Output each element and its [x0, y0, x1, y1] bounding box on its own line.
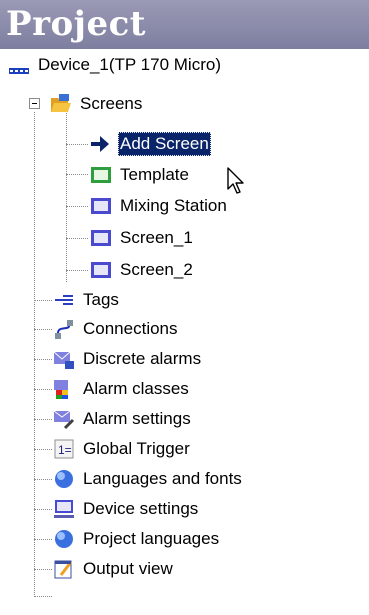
tree-item-label: Add Screen — [118, 132, 211, 156]
alarm-settings-icon — [53, 408, 75, 430]
template-screen-icon — [90, 164, 112, 186]
tree-line — [34, 449, 52, 450]
tree-line — [66, 206, 88, 207]
tree-item-label: Project languages — [83, 529, 220, 548]
tree-line — [34, 569, 52, 570]
tree-item-label: Screens — [80, 94, 143, 113]
tree-item-connections[interactable]: Connections — [53, 315, 180, 343]
alarm-classes-icon — [53, 378, 75, 400]
tree-line — [34, 359, 52, 360]
tree-line — [66, 238, 88, 239]
tree-item-label: Global Trigger — [83, 439, 190, 458]
tree-item-label: Alarm classes — [83, 379, 189, 398]
tree-line — [66, 109, 67, 282]
monitor-icon — [53, 498, 75, 520]
device-icon — [8, 54, 30, 76]
globe-icon — [53, 468, 75, 490]
tree-item-label: Discrete alarms — [83, 349, 202, 368]
tree-item-tags[interactable]: Tags — [53, 286, 121, 314]
tree-item-add-screen[interactable]: Add Screen — [90, 130, 211, 158]
tree-item-global-trigger[interactable]: 1= Global Trigger — [53, 435, 192, 463]
tree-line — [34, 389, 52, 390]
screen-icon — [90, 259, 112, 281]
project-title: Project — [6, 4, 146, 44]
tree-item-device[interactable]: Device_1(TP 170 Micro) — [8, 51, 223, 79]
tree-item-screens[interactable]: Screens — [50, 90, 144, 118]
tree-item-screen-2[interactable]: Screen_2 — [90, 256, 195, 284]
tree-item-mixing-station[interactable]: Mixing Station — [90, 192, 229, 220]
tree-item-label: Mixing Station — [120, 196, 227, 215]
svg-text:1=: 1= — [58, 443, 72, 457]
tree-item-alarm-settings[interactable]: Alarm settings — [53, 405, 193, 433]
collapse-toggle[interactable] — [29, 98, 40, 109]
tree-item-label: Languages and fonts — [83, 469, 242, 488]
tree-item-label: Alarm settings — [83, 409, 191, 428]
tree-item-languages-fonts[interactable]: Languages and fonts — [53, 465, 244, 493]
tree-line — [34, 112, 35, 595]
globe-icon — [53, 528, 75, 550]
tags-icon — [53, 289, 75, 311]
tree-item-label: Tags — [83, 290, 119, 309]
project-tree: Device_1(TP 170 Micro) Screens Add Scree… — [0, 49, 369, 615]
tree-line — [34, 509, 52, 510]
connections-icon — [53, 318, 75, 340]
tree-item-template[interactable]: Template — [90, 161, 191, 189]
tree-item-screen-1[interactable]: Screen_1 — [90, 224, 195, 252]
tree-item-label: Device settings — [83, 499, 199, 518]
tree-item-project-languages[interactable]: Project languages — [53, 525, 221, 553]
tree-item-output-view[interactable]: Output view — [53, 555, 175, 583]
tree-line — [34, 539, 52, 540]
tree-line — [34, 329, 52, 330]
tree-line — [34, 596, 52, 597]
output-view-icon — [53, 558, 75, 580]
tree-line — [34, 300, 52, 301]
tree-line — [34, 419, 52, 420]
global-trigger-icon: 1= — [53, 438, 75, 460]
tree-item-alarm-classes[interactable]: Alarm classes — [53, 375, 191, 403]
discrete-alarms-icon — [53, 348, 75, 370]
screen-icon — [90, 195, 112, 217]
project-header: Project — [0, 0, 369, 49]
tree-item-device-settings[interactable]: Device settings — [53, 495, 200, 523]
tree-item-discrete-alarms[interactable]: Discrete alarms — [53, 345, 203, 373]
add-arrow-icon — [90, 133, 112, 155]
tree-item-label: Screen_2 — [120, 260, 193, 279]
tree-line — [34, 479, 52, 480]
tree-item-label: Device_1(TP 170 Micro) — [38, 55, 221, 74]
tree-line — [66, 144, 88, 145]
tree-item-label: Template — [120, 165, 189, 184]
tree-item-label: Output view — [83, 559, 173, 578]
screen-icon — [90, 227, 112, 249]
tree-item-label: Connections — [83, 319, 178, 338]
tree-line — [66, 270, 88, 271]
tree-line — [66, 174, 88, 175]
tree-item-label: Screen_1 — [120, 228, 193, 247]
folder-open-icon — [50, 93, 72, 115]
mouse-cursor-icon — [227, 167, 244, 194]
